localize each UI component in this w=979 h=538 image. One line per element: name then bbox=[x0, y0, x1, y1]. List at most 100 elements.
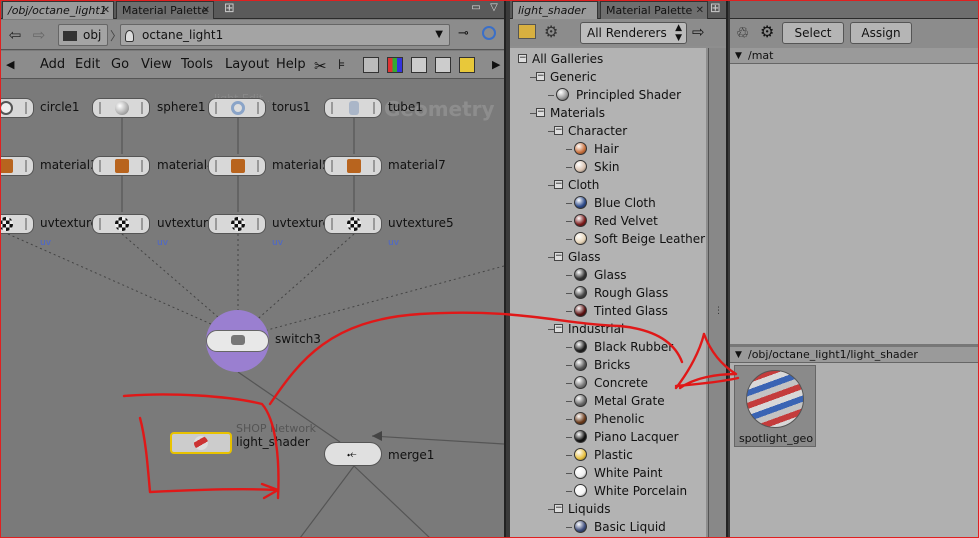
tab-material-palette[interactable]: Material Palette ✕ bbox=[600, 1, 708, 19]
collapse-toggle-icon[interactable]: − bbox=[554, 252, 563, 261]
node-switch3[interactable] bbox=[206, 310, 269, 372]
tree-item[interactable]: Hair bbox=[510, 140, 706, 158]
list-view-icon[interactable] bbox=[363, 57, 379, 73]
tree-item[interactable]: Basic Liquid bbox=[510, 518, 706, 536]
close-icon[interactable]: ✕ bbox=[102, 2, 110, 19]
target-icon[interactable] bbox=[482, 26, 496, 40]
tree-item[interactable]: Black Rubber bbox=[510, 338, 706, 356]
node-material3[interactable] bbox=[0, 156, 34, 176]
path-node-field[interactable]: octane_light1 ▼ bbox=[120, 24, 450, 46]
color-grid-icon[interactable] bbox=[387, 57, 403, 73]
pin-icon[interactable]: ⊸ bbox=[458, 26, 469, 41]
folder-add-icon[interactable] bbox=[518, 24, 536, 39]
tree-item[interactable]: − Liquids bbox=[510, 500, 706, 518]
node-tube1[interactable] bbox=[324, 98, 382, 118]
path-root-button[interactable]: obj bbox=[58, 24, 108, 46]
tree-item[interactable]: Skin bbox=[510, 158, 706, 176]
node-merge1[interactable]: ⤝ bbox=[324, 442, 382, 466]
back-arrow-icon[interactable]: ⇦ bbox=[6, 26, 24, 44]
node-material4[interactable] bbox=[92, 156, 150, 176]
tree-item[interactable]: Glass bbox=[510, 266, 706, 284]
maximize-icon[interactable]: ▭ bbox=[470, 2, 482, 14]
tree-item[interactable]: − Generic bbox=[510, 68, 706, 86]
tree-item[interactable]: Phenolic bbox=[510, 410, 706, 428]
table-icon[interactable] bbox=[435, 57, 451, 73]
menu-add[interactable]: Add bbox=[40, 57, 65, 72]
tree-icon[interactable]: ⊧ bbox=[338, 57, 354, 73]
node-sphere1[interactable] bbox=[92, 98, 150, 118]
arrow-right-icon[interactable]: ⇨ bbox=[692, 23, 705, 41]
node-uvtexture3[interactable] bbox=[92, 214, 150, 234]
assign-button[interactable]: Assign bbox=[850, 22, 912, 44]
tab-obj-octane-light1[interactable]: /obj/octane_light1 ✕ bbox=[2, 1, 114, 19]
collapse-toggle-icon[interactable]: − bbox=[554, 504, 563, 513]
tree-item[interactable]: Metal Grate bbox=[510, 392, 706, 410]
tree-item[interactable]: Soft Beige Leather bbox=[510, 230, 706, 248]
collapse-toggle-icon[interactable]: − bbox=[554, 180, 563, 189]
add-tab-icon[interactable]: ⊞ bbox=[710, 1, 721, 16]
scroll-left-icon[interactable]: ◀ bbox=[6, 58, 14, 71]
collapse-toggle-icon[interactable]: − bbox=[554, 324, 563, 333]
mat-section-header[interactable]: ▼ /mat bbox=[730, 48, 979, 64]
menu-edit[interactable]: Edit bbox=[75, 57, 100, 72]
refresh-icon[interactable]: ♲ bbox=[736, 24, 749, 42]
material-tile[interactable]: spotlight_geo bbox=[734, 365, 816, 447]
node-uvtexture5[interactable] bbox=[324, 214, 382, 234]
tree-item[interactable]: Tinted Glass bbox=[510, 302, 706, 320]
chevron-down-icon[interactable]: ▽ bbox=[488, 2, 500, 14]
tree-item[interactable]: − All Galleries bbox=[510, 50, 706, 68]
node-light-shader[interactable] bbox=[170, 432, 232, 454]
collapse-toggle-icon[interactable]: − bbox=[518, 54, 527, 63]
network-canvas[interactable]: light Edit... Geometry circle1 sphere1 t… bbox=[0, 80, 504, 538]
collapse-toggle-icon[interactable]: − bbox=[554, 126, 563, 135]
node-circle1[interactable] bbox=[0, 98, 34, 118]
gear-icon[interactable]: ⚙ bbox=[544, 22, 558, 41]
tree-item[interactable]: White Porcelain bbox=[510, 482, 706, 500]
tree-item[interactable]: − Materials bbox=[510, 104, 706, 122]
tree-item[interactable]: Red Velvet bbox=[510, 212, 706, 230]
gear-icon[interactable]: ⚙ bbox=[760, 22, 774, 41]
tree-item[interactable]: − Character bbox=[510, 122, 706, 140]
scroll-right-icon[interactable]: ▶ bbox=[492, 58, 500, 71]
shader-section-header[interactable]: ▼ /obj/octane_light1/light_shader bbox=[730, 347, 979, 363]
add-tab-icon[interactable]: ⊞ bbox=[224, 1, 235, 16]
tree-item[interactable]: Blue Cloth bbox=[510, 194, 706, 212]
tree-item[interactable]: Plastic bbox=[510, 446, 706, 464]
tree-item[interactable]: − Industrial bbox=[510, 320, 706, 338]
tree-item[interactable]: − Cloth bbox=[510, 176, 706, 194]
grid-icon[interactable] bbox=[411, 57, 427, 73]
tree-item[interactable]: Piano Lacquer bbox=[510, 428, 706, 446]
node-uvtexture4[interactable] bbox=[208, 214, 266, 234]
collapse-toggle-icon[interactable]: − bbox=[536, 108, 545, 117]
menu-tools[interactable]: Tools bbox=[181, 57, 213, 72]
chevron-down-icon[interactable]: ▼ bbox=[435, 25, 443, 45]
tree-item[interactable]: Principled Shader bbox=[510, 86, 706, 104]
forward-arrow-icon[interactable]: ⇨ bbox=[30, 26, 48, 44]
node-torus1[interactable] bbox=[208, 98, 266, 118]
node-material7[interactable] bbox=[324, 156, 382, 176]
sticky-note-icon[interactable] bbox=[459, 57, 475, 73]
renderer-dropdown[interactable]: All Renderers ▲ ▼ bbox=[580, 22, 687, 44]
menu-go[interactable]: Go bbox=[111, 57, 129, 72]
node-material5[interactable] bbox=[208, 156, 266, 176]
tree-item[interactable]: Rough Glass bbox=[510, 284, 706, 302]
collapse-arrow-icon[interactable]: ▼ bbox=[735, 48, 742, 64]
tree-scrollbar[interactable]: ⋮⋮ bbox=[708, 48, 726, 538]
close-icon[interactable]: ✕ bbox=[696, 2, 704, 19]
menu-view[interactable]: View bbox=[141, 57, 172, 72]
tab-material-palette[interactable]: Material Palette ✕ bbox=[116, 1, 214, 19]
tree-item[interactable]: Bricks bbox=[510, 356, 706, 374]
collapse-toggle-icon[interactable]: − bbox=[536, 72, 545, 81]
scroll-grip-icon[interactable]: ⋮⋮ bbox=[714, 306, 726, 316]
collapse-arrow-icon[interactable]: ▼ bbox=[735, 347, 742, 363]
node-uvtexture2[interactable] bbox=[0, 214, 34, 234]
tree-item[interactable]: Concrete bbox=[510, 374, 706, 392]
tree-item[interactable]: − Glass bbox=[510, 248, 706, 266]
menu-layout[interactable]: Layout bbox=[225, 57, 269, 72]
tab-light-shader[interactable]: light_shader bbox=[512, 1, 598, 19]
wrench-icon[interactable]: ✂ bbox=[314, 57, 330, 75]
select-button[interactable]: Select bbox=[782, 22, 844, 44]
tree-item[interactable]: White Paint bbox=[510, 464, 706, 482]
close-icon[interactable]: ✕ bbox=[202, 2, 210, 19]
menu-help[interactable]: Help bbox=[276, 57, 306, 72]
